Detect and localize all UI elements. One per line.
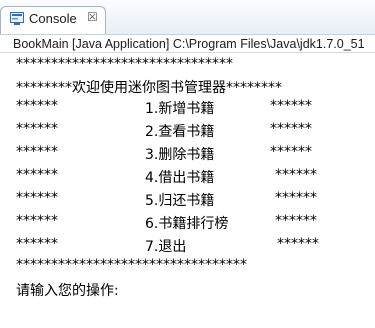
menu-row: ****** 7.退出 ****** (0, 236, 375, 256)
console-input-prompt: 请输入您的操作: (16, 283, 119, 299)
menu-row-right-stars: ****** (270, 121, 312, 137)
menu-row-left-stars: ****** (16, 236, 58, 252)
menu-row-right-stars: ****** (275, 167, 317, 183)
menu-item-text: 6.书籍排行榜 (145, 216, 229, 232)
menu-row-right-stars: ****** (275, 213, 317, 229)
menu-row-right-stars: ****** (275, 190, 317, 206)
menu-row-left-stars: ****** (16, 98, 58, 114)
menu-row-right-stars: ****** (270, 144, 312, 160)
menu-row-left-stars: ****** (16, 144, 58, 160)
menu-row-left-stars: ****** (16, 167, 58, 183)
close-icon[interactable]: ☒ (87, 10, 98, 24)
console-output[interactable]: ******************************* ********… (0, 54, 375, 328)
menu-row-right-stars: ****** (277, 236, 319, 252)
console-top-border: ******************************* (16, 56, 233, 72)
launch-description: BookMain [Java Application] C:\Program F… (0, 35, 375, 53)
menu-row: ****** 6.书籍排行榜 ****** (0, 213, 375, 233)
menu-item-text: 2.查看书籍 (145, 124, 215, 140)
view-tab-bar: Console ☒ (0, 0, 375, 35)
console-icon (10, 12, 24, 25)
menu-row-left-stars: ****** (16, 213, 58, 229)
tab-console-label: Console (29, 11, 77, 26)
menu-row: ****** 1.新增书籍 ****** (0, 98, 375, 118)
menu-row-left-stars: ****** (16, 121, 58, 137)
menu-item-text: 4.借出书籍 (145, 170, 215, 186)
menu-item-text: 5.归还书籍 (145, 193, 215, 209)
menu-row: ****** 5.归还书籍 ****** (0, 190, 375, 210)
menu-row-right-stars: ****** (270, 98, 312, 114)
console-bottom-border: ********************************* (16, 257, 247, 273)
menu-item-text: 1.新增书籍 (145, 101, 215, 117)
menu-item-text: 3.删除书籍 (145, 147, 215, 163)
menu-row: ****** 4.借出书籍 ****** (0, 167, 375, 187)
console-welcome-line: ********欢迎使用迷你图书管理器******** (16, 80, 282, 96)
menu-row: ****** 3.删除书籍 ****** (0, 144, 375, 164)
tab-console[interactable]: Console ☒ (0, 6, 106, 34)
menu-row: ****** 2.查看书籍 ****** (0, 121, 375, 141)
menu-row-left-stars: ****** (16, 190, 58, 206)
menu-item-text: 7.退出 (145, 239, 187, 255)
